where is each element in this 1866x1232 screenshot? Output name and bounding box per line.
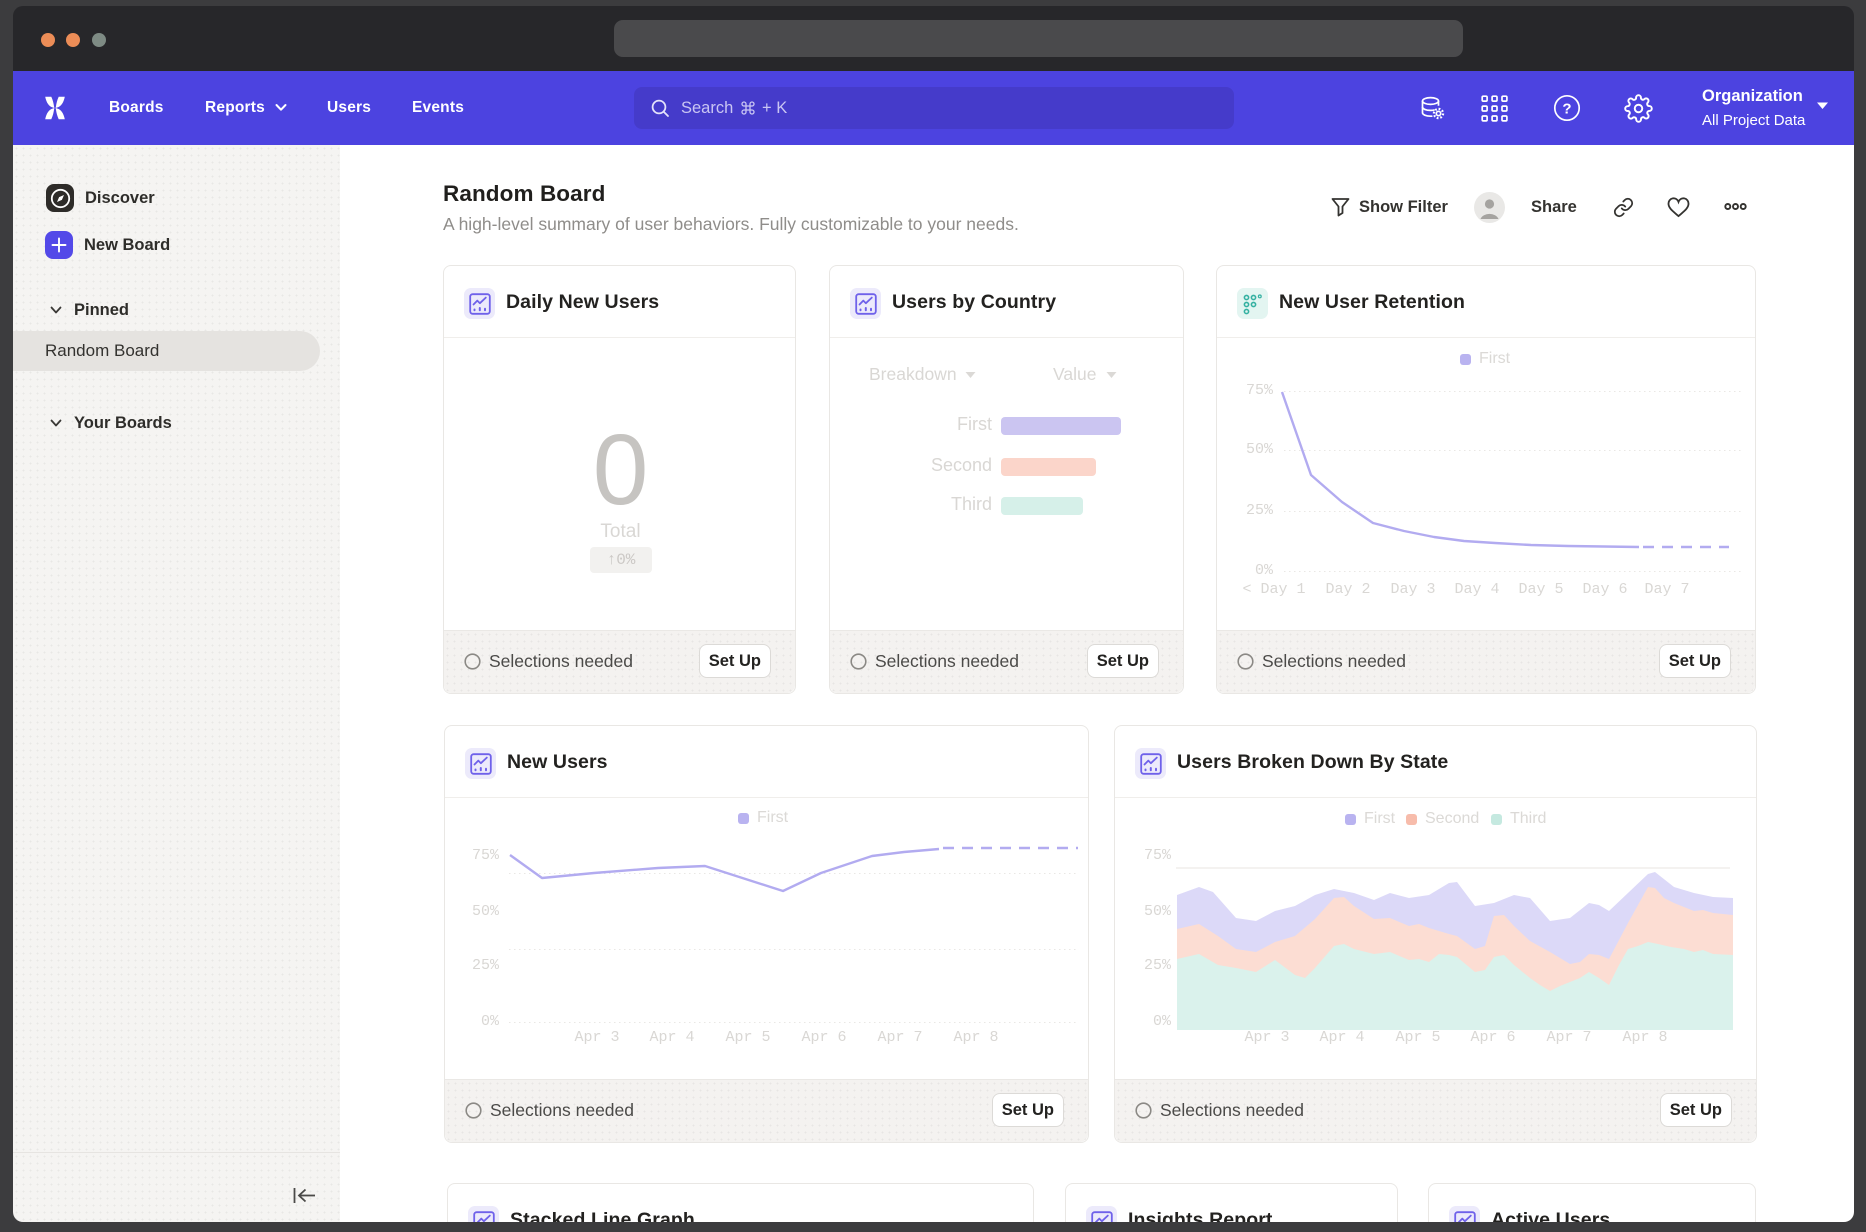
svg-text:?: ? xyxy=(1562,101,1571,118)
